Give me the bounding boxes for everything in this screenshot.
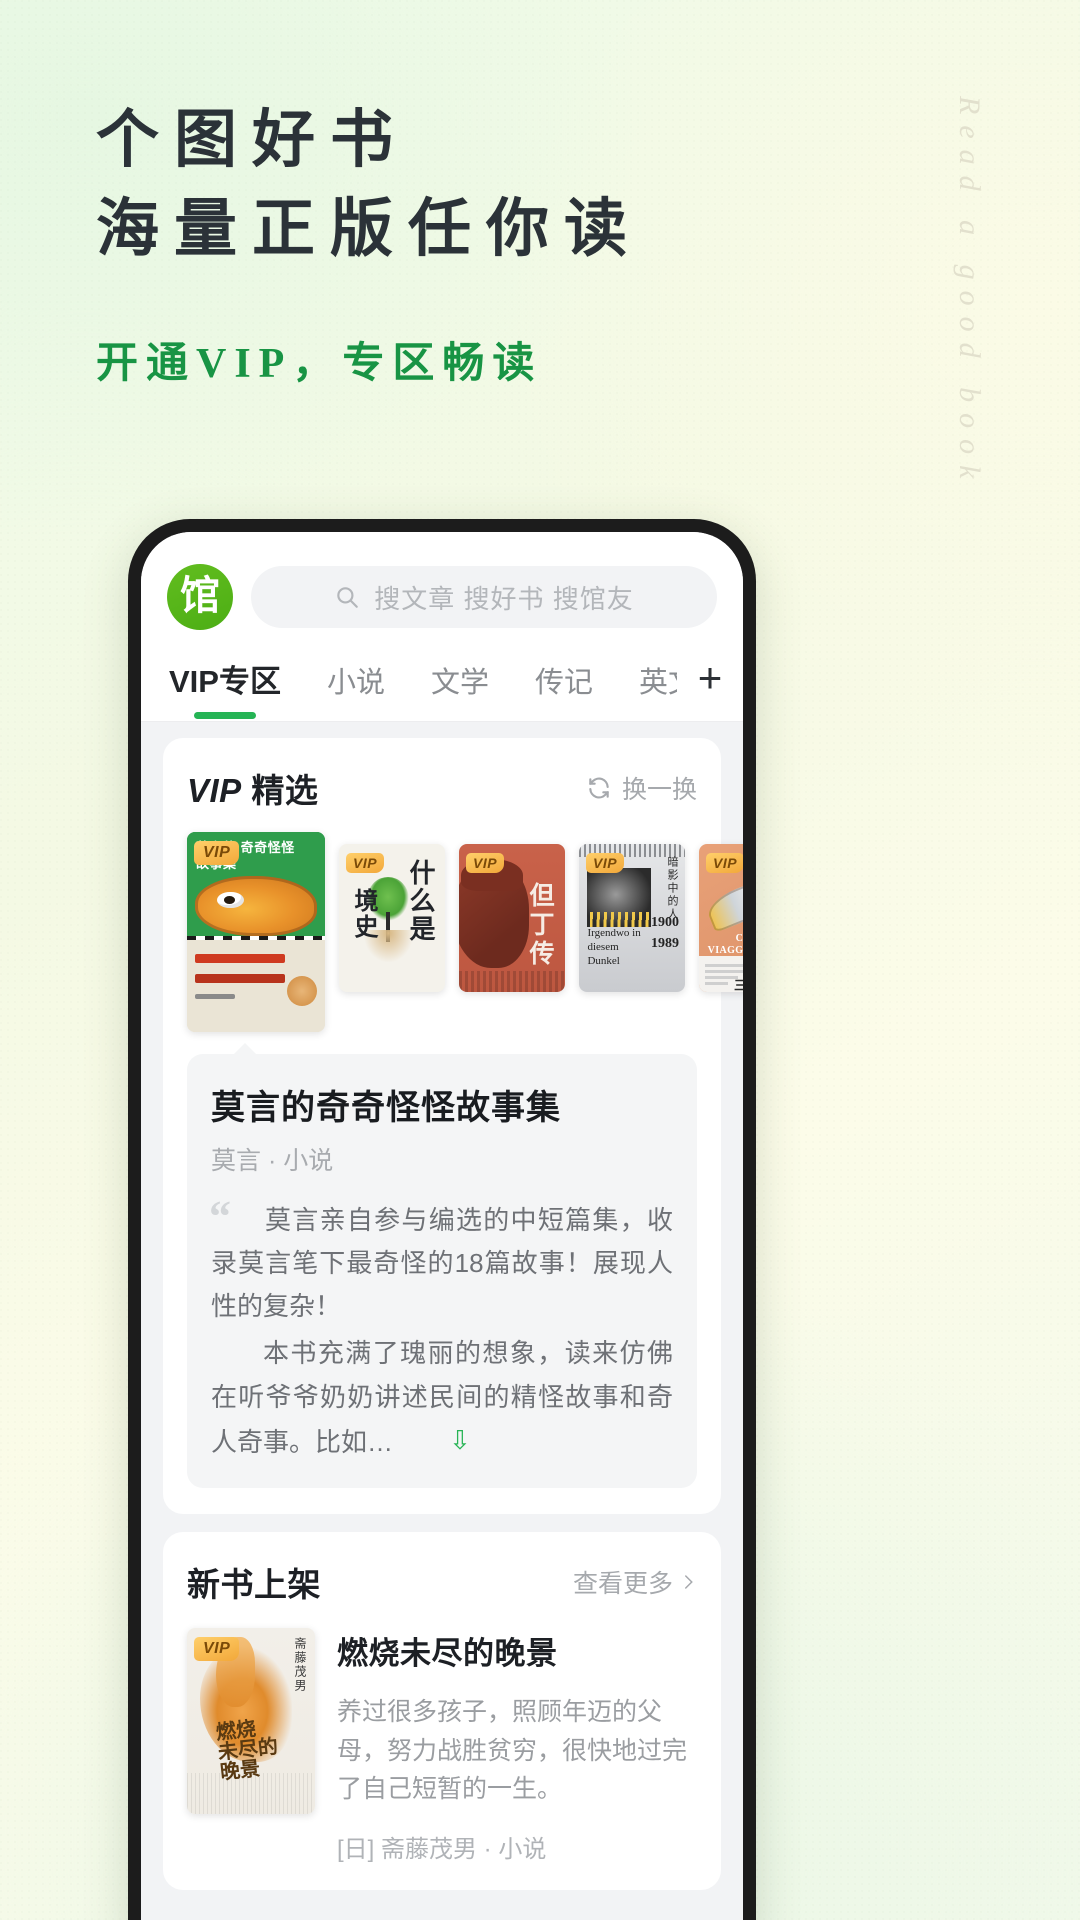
vip-badge: VIP bbox=[466, 853, 505, 873]
new-book-info: 燃烧未尽的晚景 养过很多孩子，照顾年迈的父母，努力战胜贫穷，很快地过完了自己短暂… bbox=[337, 1628, 697, 1864]
new-book-description: 养过很多孩子，照顾年迈的父母，努力战胜贫穷，很快地过完了自己短暂的一生。 bbox=[337, 1697, 688, 1804]
vip-badge: VIP bbox=[586, 853, 625, 873]
view-more-button[interactable]: 查看更多 bbox=[573, 1564, 697, 1600]
refresh-label: 换一换 bbox=[621, 776, 697, 804]
book-detail-paragraph-2: 本书充满了瑰丽的想象，读来仿佛在听爷爷奶奶讲述民间的精怪故事和奇人奇事。比如… ⇩ bbox=[211, 1332, 673, 1463]
tab-label: 传记 bbox=[535, 667, 594, 699]
cover-title-text: 但丁传 bbox=[526, 882, 553, 970]
tab-label: 英文原 bbox=[639, 667, 677, 699]
book-detail-title: 莫言的奇奇怪怪故事集 bbox=[211, 1090, 561, 1127]
tab-biography[interactable]: 传记 bbox=[535, 659, 593, 721]
new-book-meta: [日] 斋藤茂男 · 小说 bbox=[337, 1836, 547, 1864]
tab-label: 文学 bbox=[430, 667, 489, 699]
cover-author-vertical: 斋藤茂男 bbox=[293, 1637, 307, 1694]
refresh-button[interactable]: 换一换 bbox=[586, 770, 697, 806]
book-detail-body: “ 莫言亲自参与编选的中短篇集，收录莫言笔下最奇怪的18篇故事！展现人性的复杂！… bbox=[209, 1195, 673, 1464]
category-tabs: VIP专区 小说 文学 传记 英文原 + bbox=[141, 630, 743, 722]
hero-subtitle-vip: 开通VIP，专区畅读 bbox=[96, 340, 543, 387]
add-category-button[interactable]: + bbox=[677, 657, 743, 721]
new-books-card: 新书上架 查看更多 斋藤茂男 燃烧 未尽的 晚景 VIP 燃烧未尽的晚景 养过很… bbox=[163, 1531, 721, 1891]
search-placeholder: 搜文章 搜好书 搜馆友 bbox=[374, 583, 634, 614]
hero-section: 个图好书 海量正版任你读 开通VIP，专区畅读 bbox=[96, 96, 856, 390]
phone-mockup: 馆 搜文章 搜好书 搜馆友 VIP专区 小说 文学 传记 英 + VIP 精选 … bbox=[128, 519, 756, 1920]
book-cover-moyan[interactable]: 莫言的 奇奇怪怪故事集 VIP bbox=[187, 832, 325, 1032]
search-icon bbox=[337, 587, 359, 608]
chevron-right-icon bbox=[685, 1575, 693, 1589]
book-cover-salmone[interactable]: COME VIAGGIARE CON UN SALMONE 如何带着 三文鱼旅行… bbox=[699, 844, 743, 992]
search-input[interactable]: 搜文章 搜好书 搜馆友 bbox=[251, 566, 717, 628]
tab-label: VIP专区 bbox=[169, 664, 281, 699]
view-more-label: 查看更多 bbox=[572, 1569, 673, 1598]
vip-title-prefix: VIP bbox=[187, 772, 242, 809]
vip-badge: VIP bbox=[194, 841, 240, 865]
hero-title-line-1: 个图好书 bbox=[96, 105, 408, 175]
vip-card-header: VIP 精选 换一换 bbox=[187, 764, 697, 812]
vip-covers-row[interactable]: 莫言的 奇奇怪怪故事集 VIP 什么是 bbox=[187, 832, 743, 1032]
book-detail-panel: 莫言的奇奇怪怪故事集 莫言 · 小说 “ 莫言亲自参与编选的中短篇集，收录莫言笔… bbox=[187, 1043, 697, 1488]
tab-novel[interactable]: 小说 bbox=[327, 659, 385, 721]
cover-english-title: Irgendwo in diesem Dunkel bbox=[587, 927, 641, 967]
expand-description-button[interactable]: ⇩ bbox=[397, 1419, 471, 1462]
vip-badge: VIP bbox=[706, 853, 743, 873]
cover-vertical-title: 暗影中的人 bbox=[666, 855, 678, 921]
book-cover-burning-evening[interactable]: 斋藤茂男 燃烧 未尽的 晚景 VIP bbox=[187, 1627, 315, 1814]
book-detail-meta: 莫言 · 小说 bbox=[211, 1147, 334, 1175]
tab-english-original[interactable]: 英文原 bbox=[639, 659, 677, 721]
hero-title-line-2: 海量正版任你读 bbox=[96, 194, 642, 265]
hero-vertical-tagline: Read a good book bbox=[953, 96, 986, 490]
vip-section-title: VIP 精选 bbox=[187, 764, 318, 812]
tab-literature[interactable]: 文学 bbox=[431, 659, 489, 721]
vip-selection-card: VIP 精选 换一换 奇奇怪怪 VIP 什么是 境史 VIP 但丁传 VIP I… bbox=[163, 738, 743, 1514]
cover-chinese-title: 如何带着 三文鱼旅行 bbox=[733, 978, 743, 992]
vip-badge: VIP bbox=[194, 1636, 240, 1661]
cover-tiger-art bbox=[195, 876, 317, 936]
new-book-list-item[interactable]: 斋藤茂男 燃烧 未尽的 晚景 VIP 燃烧未尽的晚景 养过很多孩子，照顾年迈的父… bbox=[187, 1627, 697, 1864]
app-logo[interactable]: 馆 bbox=[167, 564, 233, 630]
app-header: 馆 搜文章 搜好书 搜馆友 bbox=[141, 532, 743, 630]
vip-title-suffix: 精选 bbox=[251, 772, 319, 809]
cover-bottom-band bbox=[187, 940, 325, 1032]
phone-screen: 馆 搜文章 搜好书 搜馆友 VIP专区 小说 文学 传记 英 + VIP 精选 … bbox=[141, 532, 743, 1920]
book-cover-dante[interactable]: 但丁传 VIP bbox=[459, 844, 565, 992]
vip-badge: VIP bbox=[346, 853, 385, 873]
new-book-title: 燃烧未尽的晚景 bbox=[337, 1635, 558, 1671]
tab-vip-zone[interactable]: VIP专区 bbox=[169, 656, 281, 721]
book-cover-dunkel[interactable]: Irgendwo in diesem Dunkel 1900 1989 暗影中的… bbox=[579, 844, 685, 992]
cover-title-right: 什么是 bbox=[406, 858, 435, 943]
page-content: VIP 精选 换一换 奇奇怪怪 VIP 什么是 境史 VIP 但丁传 VIP I… bbox=[141, 722, 743, 1891]
book-detail-paragraph-1: 莫言亲自参与编选的中短篇集，收录莫言笔下最奇怪的18篇故事！展现人性的复杂！ bbox=[211, 1205, 673, 1322]
book-cover-environment-history[interactable]: 什么是 境史 VIP bbox=[339, 844, 445, 992]
quote-icon: “ bbox=[209, 1192, 231, 1241]
cover-title-left: 境史 bbox=[350, 888, 376, 941]
new-books-title: 新书上架 bbox=[187, 1565, 321, 1603]
tab-label: 小说 bbox=[326, 667, 385, 699]
refresh-icon bbox=[589, 777, 609, 799]
tabs-scroll-area[interactable]: VIP专区 小说 文学 传记 英文原 bbox=[141, 656, 677, 721]
new-books-header: 新书上架 查看更多 bbox=[187, 1558, 697, 1606]
